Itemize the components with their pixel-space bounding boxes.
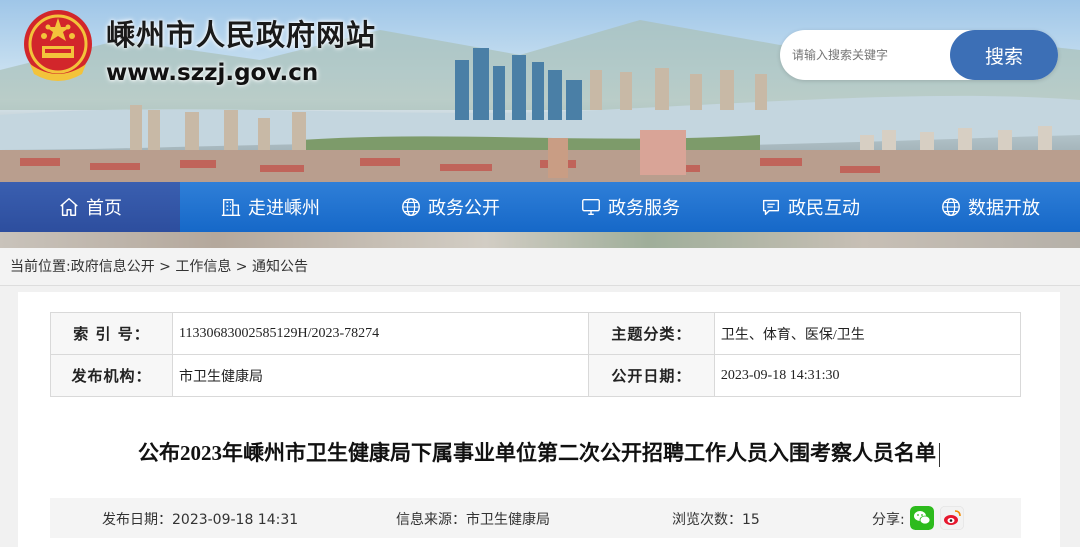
index-value: 11330683002585129H/2023-78274 — [172, 312, 589, 355]
breadcrumb-separator: > — [231, 259, 252, 275]
index-label: 索 引 号： — [50, 312, 173, 355]
monitor-icon — [582, 198, 600, 216]
nav-item-label: 走进嵊州 — [248, 198, 320, 219]
search-box: 搜索 — [780, 30, 1058, 80]
nav-item-interaction[interactable]: 政民互动 — [720, 182, 900, 232]
view-count: 浏览次数：15 — [672, 512, 760, 528]
nav-item-services[interactable]: 政务服务 — [540, 182, 720, 232]
topic-label: 主题分类： — [587, 312, 715, 355]
main-nav: 首页 走进嵊州 政务公开 政务服务 政民互动 数据开放 — [0, 182, 1080, 232]
publish-date: 发布日期：2023-09-18 14:31 — [102, 512, 299, 528]
nav-item-label: 数据开放 — [968, 198, 1040, 219]
nav-item-about[interactable]: 走进嵊州 — [180, 182, 360, 232]
article-info-bar: 发布日期：2023-09-18 14:31 信息来源：市卫生健康局 浏览次数：1… — [50, 498, 1021, 538]
site-url: www.szzj.gov.cn — [106, 60, 319, 86]
nav-item-open-data[interactable]: 数据开放 — [900, 182, 1080, 232]
nav-item-label: 首页 — [86, 198, 122, 219]
breadcrumb-separator: > — [154, 259, 176, 275]
building-icon — [221, 198, 241, 216]
site-banner: 嵊州市人民政府网站 www.szzj.gov.cn 搜索 — [0, 0, 1080, 182]
breadcrumb-item[interactable]: 工作信息 — [175, 259, 231, 275]
national-emblem-icon — [24, 10, 92, 81]
metadata-table: 索 引 号： 11330683002585129H/2023-78274 主题分… — [50, 312, 1022, 397]
org-label: 发布机构： — [50, 354, 173, 397]
breadcrumb-item[interactable]: 通知公告 — [252, 259, 308, 275]
home-icon — [60, 198, 78, 216]
date-value: 2023-09-18 14:31:30 — [713, 354, 1022, 397]
nav-item-label: 政务服务 — [608, 198, 680, 219]
wechat-share-icon[interactable] — [910, 506, 934, 530]
text-cursor — [939, 443, 940, 468]
nav-item-label: 政民互动 — [788, 198, 860, 219]
nav-item-label: 政务公开 — [428, 198, 500, 219]
chat-icon — [762, 199, 780, 216]
nav-item-home[interactable]: 首页 — [0, 182, 180, 232]
table-row: 索 引 号： 11330683002585129H/2023-78274 主题分… — [50, 312, 1022, 355]
date-label: 公开日期： — [587, 354, 715, 397]
table-row: 发布机构： 市卫生健康局 公开日期： 2023-09-18 14:31:30 — [50, 354, 1022, 397]
search-input[interactable] — [792, 40, 952, 70]
banner-strip — [0, 232, 1080, 248]
site-title: 嵊州市人民政府网站 — [106, 18, 377, 52]
article-title-text: 公布2023年嵊州市卫生健康局下属事业单位第二次公开招聘工作人员入围考察人员名单 — [138, 441, 936, 465]
globe-icon — [402, 198, 420, 216]
breadcrumb-item[interactable]: 政府信息公开 — [71, 259, 155, 275]
article-panel: 索 引 号： 11330683002585129H/2023-78274 主题分… — [18, 292, 1060, 547]
breadcrumb: 当前位置:政府信息公开 > 工作信息 > 通知公告 — [0, 248, 1080, 286]
org-value: 市卫生健康局 — [172, 354, 589, 397]
breadcrumb-prefix: 当前位置: — [10, 259, 71, 275]
globe-icon — [942, 198, 960, 216]
search-button[interactable]: 搜索 — [950, 30, 1058, 80]
nav-item-open-gov[interactable]: 政务公开 — [360, 182, 540, 232]
share-label: 分享: — [872, 512, 905, 528]
article-title: 公布2023年嵊州市卫生健康局下属事业单位第二次公开招聘工作人员入围考察人员名单 — [18, 437, 1060, 468]
info-source: 信息来源：市卫生健康局 — [396, 512, 550, 528]
weibo-share-icon[interactable] — [940, 506, 964, 530]
topic-value: 卫生、体育、医保/卫生 — [713, 312, 1022, 355]
